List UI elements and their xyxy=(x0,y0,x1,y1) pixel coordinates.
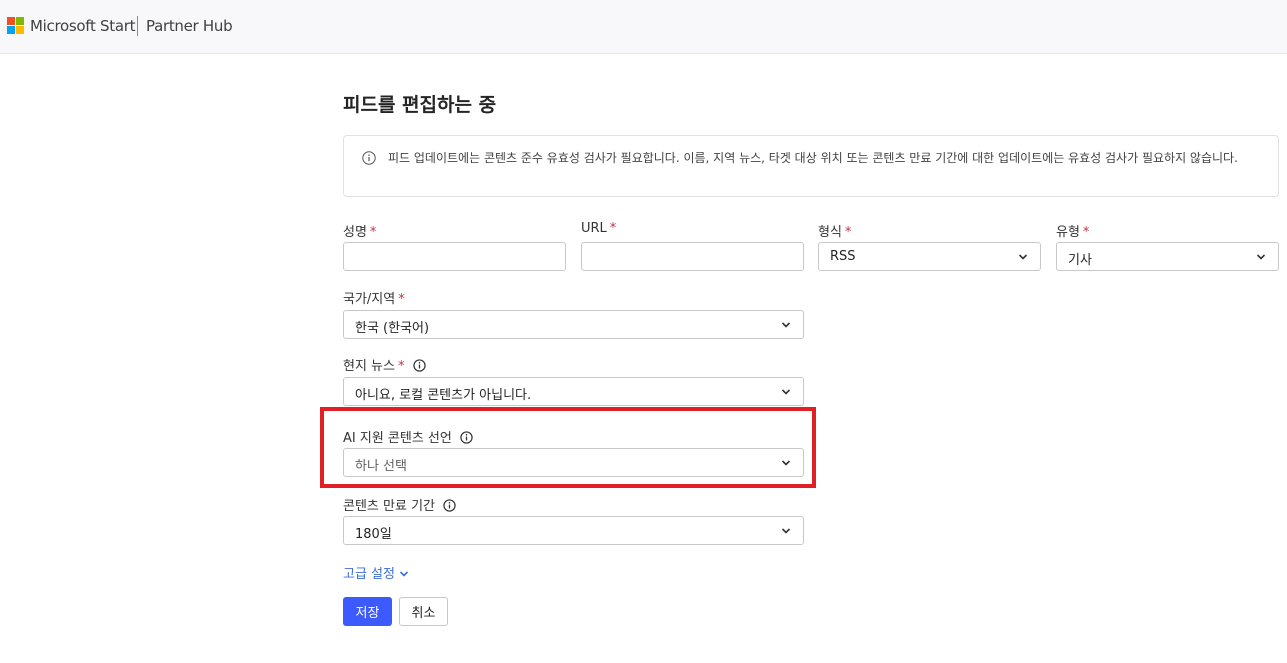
local-news-value: 아니요, 로컬 콘텐츠가 아닙니다. xyxy=(355,388,532,403)
region-label: 국가/지역 * xyxy=(343,292,405,307)
name-input[interactable] xyxy=(343,242,566,271)
url-label: URL * xyxy=(581,221,617,236)
chevron-down-icon xyxy=(1256,254,1266,260)
format-select[interactable]: RSS xyxy=(818,242,1041,271)
save-button[interactable]: 저장 xyxy=(343,597,392,626)
info-icon[interactable] xyxy=(412,359,426,372)
partner-hub-title[interactable]: Partner Hub xyxy=(146,17,233,35)
name-label: 성명 * xyxy=(343,225,377,240)
expiry-label: 콘텐츠 만료 기간 xyxy=(343,495,456,514)
region-select[interactable]: 한국 (한국어) xyxy=(343,310,804,339)
type-select[interactable]: 기사 xyxy=(1056,242,1279,271)
format-value: RSS xyxy=(830,249,856,264)
cancel-button[interactable]: 취소 xyxy=(399,597,448,626)
region-value: 한국 (한국어) xyxy=(355,321,430,336)
info-notice: 피드 업데이트에는 콘텐츠 준수 유효성 검사가 필요합니다. 이름, 지역 뉴… xyxy=(343,135,1279,197)
advanced-settings-link[interactable]: 고급 설정 xyxy=(343,563,409,582)
chevron-down-icon xyxy=(781,322,791,328)
microsoft-logo-icon[interactable] xyxy=(7,17,25,35)
local-news-label: 현지 뉴스 * xyxy=(343,355,426,374)
chevron-down-icon xyxy=(781,528,791,534)
page-title: 피드를 편집하는 중 xyxy=(343,94,497,116)
chevron-down-icon xyxy=(1018,254,1028,260)
expiry-value: 180일 xyxy=(355,527,392,542)
chevron-down-icon xyxy=(399,571,409,577)
url-input[interactable] xyxy=(581,242,804,271)
local-news-select[interactable]: 아니요, 로컬 콘텐츠가 아닙니다. xyxy=(343,377,804,406)
expiry-select[interactable]: 180일 xyxy=(343,516,804,545)
highlight-box xyxy=(320,407,816,488)
advanced-settings-label: 고급 설정 xyxy=(343,567,395,582)
info-icon[interactable] xyxy=(443,499,456,512)
info-icon xyxy=(362,151,376,165)
notice-text: 피드 업데이트에는 콘텐츠 준수 유효성 검사가 필요합니다. 이름, 지역 뉴… xyxy=(388,151,1238,165)
chevron-down-icon xyxy=(781,389,791,395)
type-value: 기사 xyxy=(1068,253,1092,268)
top-bar: Microsoft Start Partner Hub xyxy=(0,0,1287,54)
header-divider xyxy=(137,16,138,36)
format-label: 형식 * xyxy=(818,225,852,240)
type-label: 유형 * xyxy=(1056,225,1090,240)
brand-name[interactable]: Microsoft Start xyxy=(30,17,135,35)
